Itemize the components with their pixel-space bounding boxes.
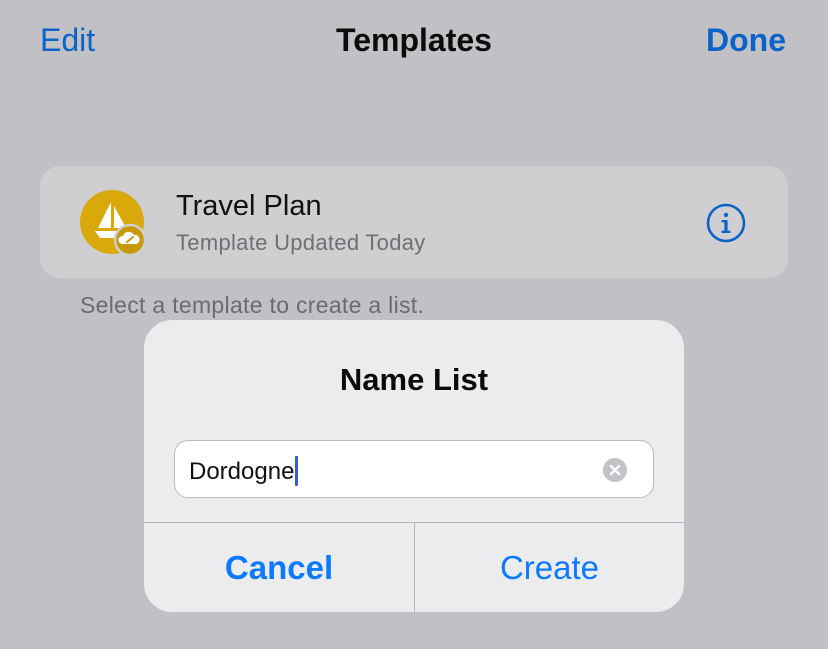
clear-text-icon[interactable] <box>603 458 627 482</box>
template-subtitle: Template Updated Today <box>176 230 426 255</box>
cancel-button[interactable]: Cancel <box>144 523 414 612</box>
create-button[interactable]: Create <box>415 523 684 612</box>
name-list-dialog: Name List Dordogne Cancel Create <box>144 320 684 612</box>
template-row-travel-plan[interactable]: Travel Plan Template Updated Today <box>40 166 788 278</box>
info-icon[interactable] <box>706 203 746 243</box>
cloud-link-icon <box>113 223 147 257</box>
list-name-input[interactable]: Dordogne <box>174 440 654 498</box>
done-button[interactable]: Done <box>706 22 786 59</box>
page-title: Templates <box>336 22 492 58</box>
template-title: Travel Plan <box>176 190 322 222</box>
template-icon <box>80 190 147 257</box>
templates-screen: Edit Templates Done Travel Plan Template… <box>0 0 828 649</box>
list-name-value: Dordogne <box>189 458 295 485</box>
sailboat-icon <box>80 190 147 257</box>
edit-button[interactable]: Edit <box>40 22 95 59</box>
dialog-title: Name List <box>339 362 489 397</box>
text-cursor <box>295 456 299 486</box>
helper-text: Select a template to create a list. <box>80 292 425 318</box>
